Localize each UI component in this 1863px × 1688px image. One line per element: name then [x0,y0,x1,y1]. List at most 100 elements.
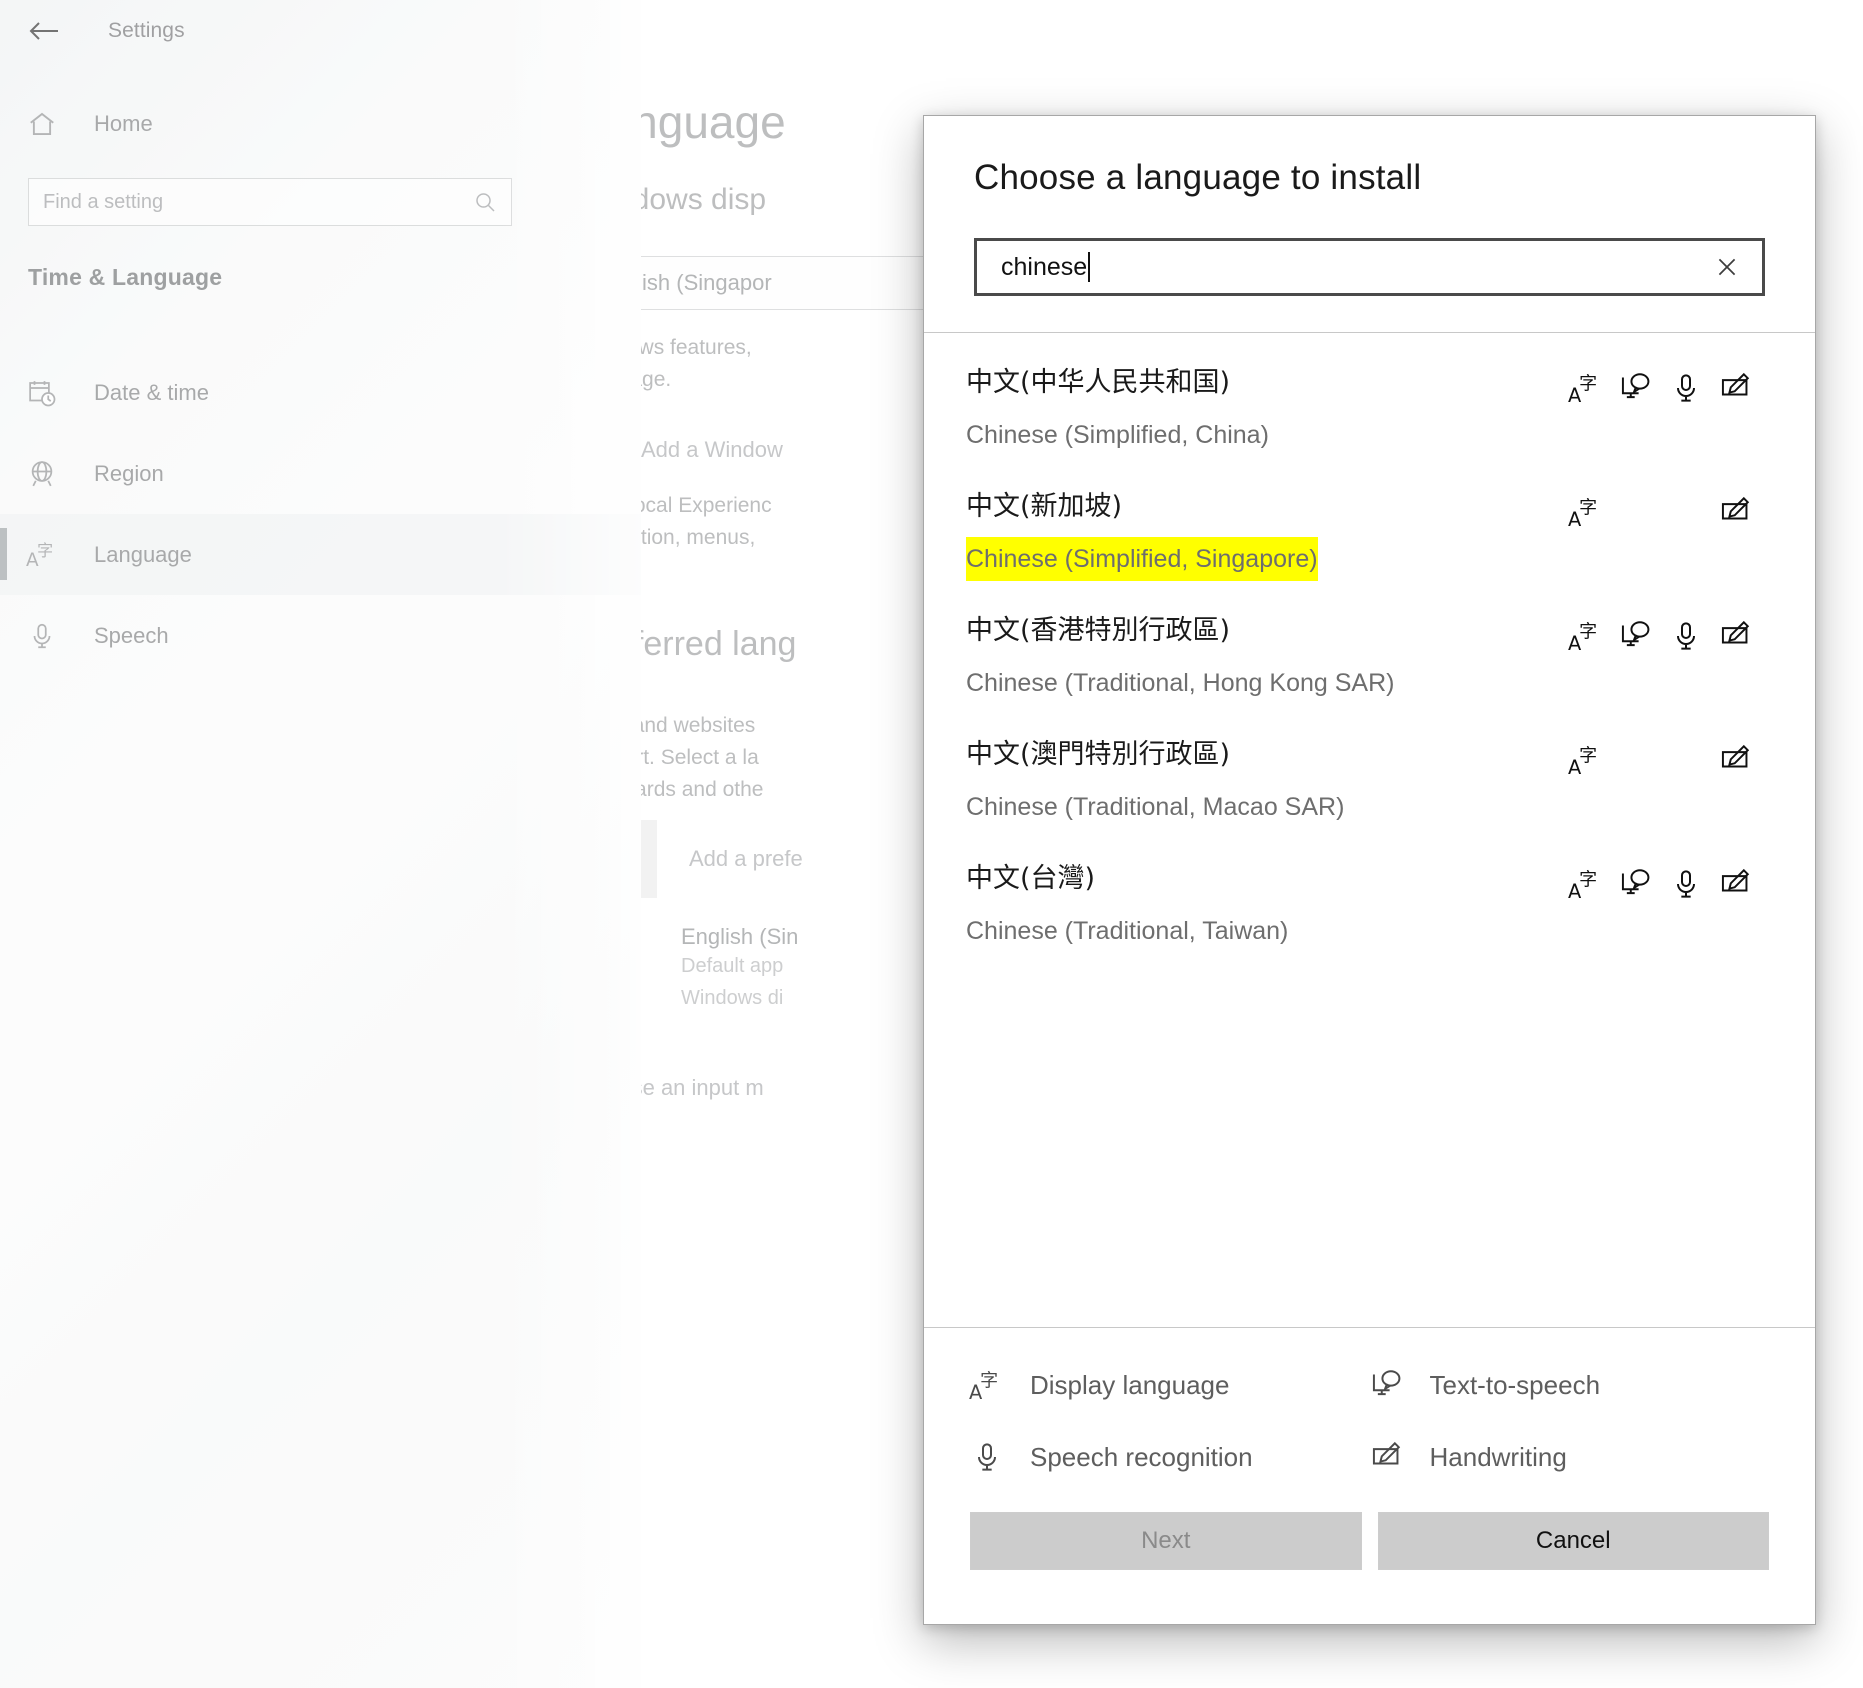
cancel-button[interactable]: Cancel [1377,1512,1769,1570]
sidebar-item-region[interactable]: Region [0,433,641,514]
preferred-language-sub2: Windows di [681,987,784,1009]
list-item[interactable]: 中文(澳門特別行政區) Chinese (Traditional, Macao … [924,719,1815,843]
preferred-languages-heading: Preferred lang [641,625,797,663]
speech-recognition-icon [1665,863,1707,905]
preferred-language-sub1: Default app [681,955,784,977]
list-item[interactable]: 中文(新加坡) Chinese (Simplified, Singapore) … [924,471,1815,595]
preferred-language-name: English (Sin [681,924,799,949]
speech-recognition-icon [1665,367,1707,409]
svg-text:字: 字 [37,541,53,560]
sidebar-nav-list: Date & time Region A 字 Language Speech [0,352,641,676]
settings-titlebar: Settings [0,0,641,62]
svg-text:字: 字 [1579,373,1597,394]
text-to-speech-icon [1615,615,1657,657]
microphone-icon [24,621,60,651]
plus-icon: + [641,820,657,898]
sidebar-item-language-label: Language [94,541,192,567]
lep-desc-line1: Use Local Experienc [641,494,772,517]
capability-legend: A字 Display language Text-to-speech Speec… [924,1328,1815,1512]
list-item[interactable]: 中文(中华人民共和国) Chinese (Simplified, China) … [924,347,1815,471]
language-english-name: Chinese (Traditional, Hong Kong SAR) [966,669,1395,697]
speech-recognition-icon [1665,615,1707,657]
sidebar-item-date-time-label: Date & time [94,379,209,405]
settings-sidebar: Settings Home Time & Language [0,0,641,1688]
display-language-desc-line1: Windows features, [641,336,752,359]
microphone-icon [966,1436,1008,1478]
text-to-speech-icon [1366,1364,1408,1406]
language-english-name: Chinese (Traditional, Macao SAR) [966,793,1345,821]
language-search-input[interactable]: chinese [1001,252,1710,282]
capability-icons: A字 [1565,857,1765,905]
add-windows-display-language-link[interactable]: Add a Window [641,430,783,470]
sidebar-item-speech[interactable]: Speech [0,595,641,676]
app-title: Settings [108,19,185,42]
display-language-icon: A字 [1565,863,1607,905]
dialog-actions: Next Cancel [924,1512,1815,1570]
language-english-name: Chinese (Simplified, Singapore) [966,537,1318,581]
screen: Language Windows disp English (Singapor … [0,0,1863,1688]
svg-text:字: 字 [980,1370,998,1391]
language-english-name: Chinese (Simplified, China) [966,421,1269,449]
display-language-heading: Windows disp [641,183,767,216]
display-language-icon: A字 [966,1364,1008,1406]
language-search-field[interactable]: chinese [974,238,1765,296]
dialog-title: Choose a language to install [974,158,1422,197]
svg-text:字: 字 [1579,621,1597,642]
windows-display-language-value: English (Singapor [641,270,772,295]
language-results-list[interactable]: 中文(中华人民共和国) Chinese (Simplified, China) … [924,333,1815,1327]
find-a-setting-field[interactable] [28,178,512,226]
back-button[interactable] [16,9,72,53]
handwriting-icon [1715,367,1757,409]
choose-input-method-label: Choose an input m [641,1075,764,1100]
legend-handwriting-label: Handwriting [1429,1441,1567,1472]
language-english-name: Chinese (Traditional, Taiwan) [966,917,1289,945]
preferred-desc-line2: support. Select a la [641,746,759,769]
legend-display-language: A字 Display language [966,1364,1366,1406]
language-native-name: 中文(新加坡) [966,491,1123,522]
legend-handwriting: Handwriting [1366,1436,1766,1478]
capability-icons: A字 [1565,361,1765,409]
sidebar-item-date-time[interactable]: Date & time [0,352,641,433]
text-to-speech-icon [1615,367,1657,409]
lep-desc-line2: navigation, menus, [641,526,756,549]
preferred-desc-line1: Apps and websites [641,714,756,737]
preferred-desc-line3: keyboards and othe [641,778,764,801]
back-arrow-icon [29,21,59,41]
sidebar-section-header: Time & Language [28,264,223,290]
language-native-name: 中文(澳門特別行政區) [966,739,1231,770]
display-language-icon: A字 [1565,615,1607,657]
home-icon [24,109,60,139]
capability-icons: A字 [1565,609,1765,657]
search-input[interactable] [43,190,473,214]
text-to-speech-icon [1615,863,1657,905]
svg-text:字: 字 [1579,497,1597,518]
sidebar-item-home[interactable]: Home [24,100,524,148]
display-language-icon: A字 [1565,367,1607,409]
sidebar-item-language[interactable]: A 字 Language [0,514,641,595]
sidebar-item-speech-label: Speech [94,622,169,648]
capability-icons: A字 [1565,485,1765,533]
dialog-header: Choose a language to install [924,116,1815,198]
sidebar-item-region-label: Region [94,460,164,486]
language-a-character-icon: A 字 [24,539,60,571]
next-button[interactable]: Next [970,1512,1362,1570]
list-item[interactable]: 中文(台灣) Chinese (Traditional, Taiwan) A字 [924,843,1815,967]
handwriting-icon [1715,863,1757,905]
choose-language-dialog: Choose a language to install chinese 中文(… [923,115,1816,1625]
handwriting-icon [1715,739,1757,781]
calendar-clock-icon [24,378,60,408]
display-language-desc-line2: language. [641,368,672,391]
language-search-value: chinese [1001,252,1088,281]
legend-text-to-speech-label: Text-to-speech [1429,1369,1601,1400]
close-x-icon[interactable] [1710,250,1744,284]
svg-text:字: 字 [1579,745,1597,766]
page-title: Language [641,96,786,148]
search-icon [473,190,497,214]
legend-speech-recognition: Speech recognition [966,1436,1366,1478]
display-language-icon: A字 [1565,739,1607,781]
handwriting-pen-icon [1366,1436,1408,1478]
preferred-language-list-item[interactable]: A字 English (Sin Default app Windows di [641,920,798,1014]
list-item[interactable]: 中文(香港特別行政區) Chinese (Traditional, Hong K… [924,595,1815,719]
add-windows-display-language-label: Add a Window [641,437,783,462]
add-preferred-language-button[interactable]: + Add a prefe [641,820,803,898]
